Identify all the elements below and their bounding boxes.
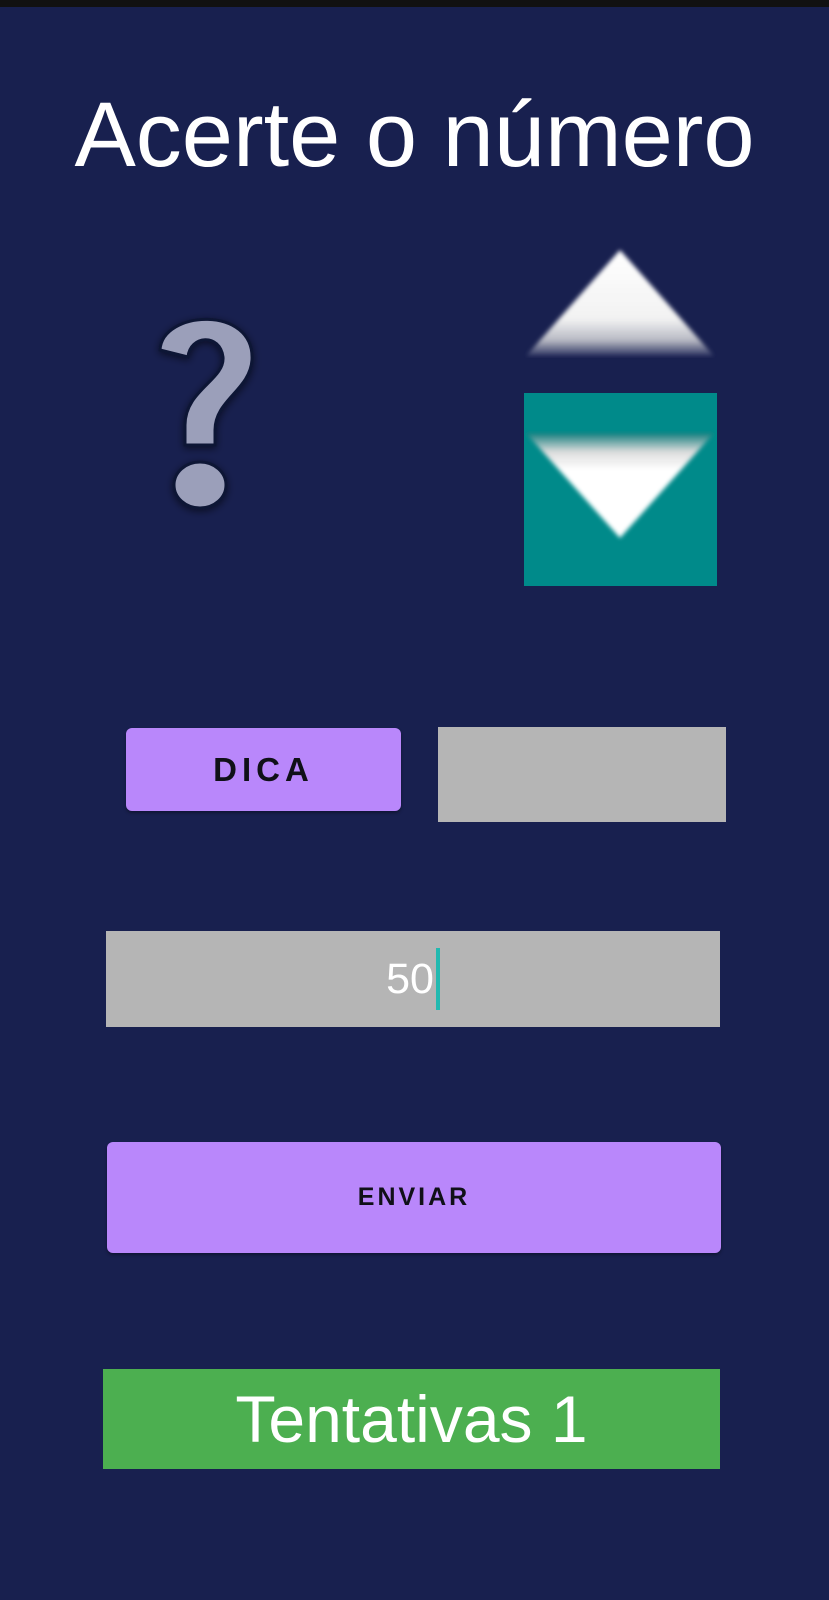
page-title: Acerte o número (74, 84, 755, 186)
text-cursor (435, 948, 440, 1010)
arrow-down-icon[interactable] (524, 393, 717, 586)
attempts-counter: Tentativas 1 (103, 1369, 720, 1469)
guess-input[interactable]: 50 (106, 931, 720, 1027)
submit-button[interactable]: ENVIAR (107, 1142, 721, 1253)
status-bar (0, 0, 829, 7)
hint-button[interactable]: DICA (126, 728, 401, 811)
question-mark-icon (130, 295, 280, 525)
guess-value: 50 (386, 954, 434, 1003)
arrow-up-icon[interactable] (524, 228, 717, 358)
hint-text-field (438, 727, 726, 822)
